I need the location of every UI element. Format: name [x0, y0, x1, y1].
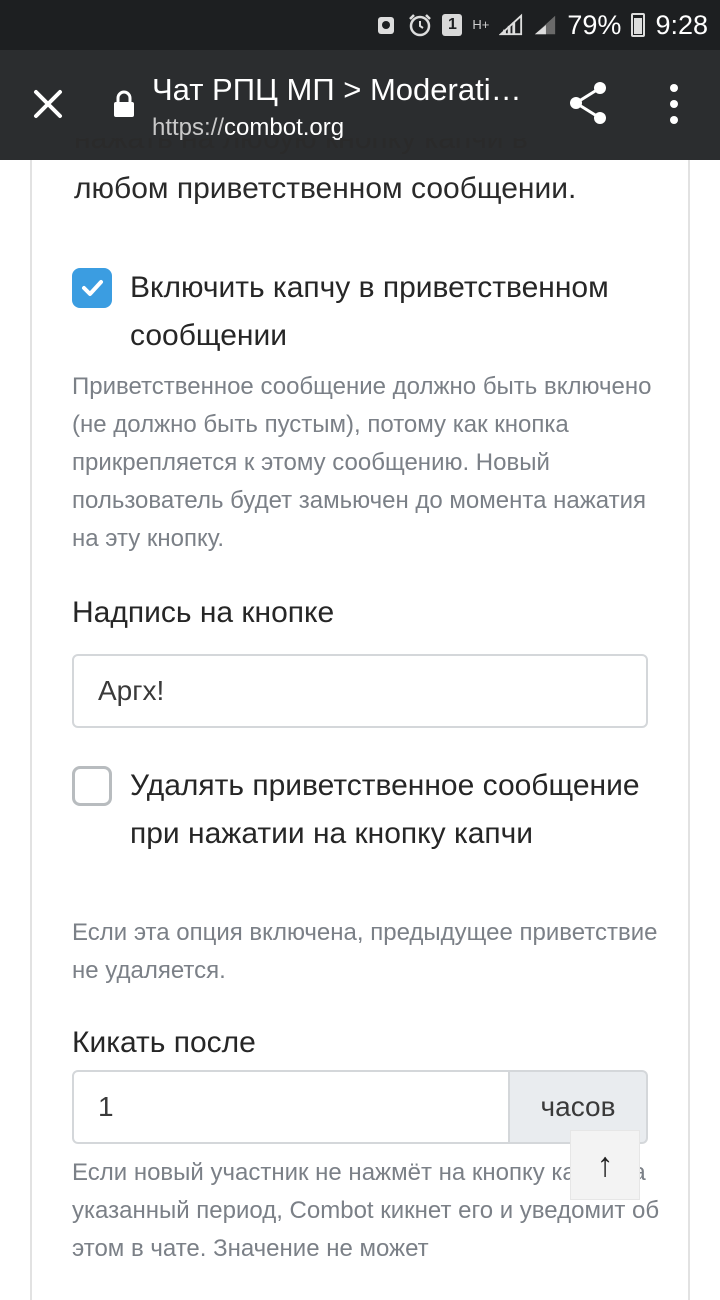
more-menu-icon[interactable] [662, 82, 686, 126]
battery-percent: 79% [567, 9, 622, 40]
network-type-icon: H+ [472, 17, 490, 32]
notification-icon [374, 13, 398, 37]
captcha-enable-help: Приветственное сообщение должно быть вкл… [72, 373, 652, 552]
delete-welcome-checkbox[interactable] [72, 766, 112, 806]
sim-badge: 1 [442, 14, 463, 36]
alarm-icon [408, 13, 432, 37]
share-icon[interactable] [566, 80, 610, 126]
settings-card: нажать на любую кнопку капчи в любом при… [30, 138, 690, 1300]
url-host: combot.org [224, 114, 345, 141]
battery-icon [631, 13, 646, 37]
check-icon [82, 280, 103, 296]
scroll-to-top-button[interactable]: ↑ [570, 1130, 640, 1200]
page-title[interactable]: Чат РПЦ МП > Moderati… [152, 72, 522, 108]
delete-welcome-label[interactable]: Удалять приветственное сообщение при наж… [130, 762, 650, 858]
captcha-enable-checkbox[interactable] [72, 268, 112, 308]
signal-2-icon [533, 13, 557, 37]
button-caption-input[interactable]: Аргх! [72, 654, 648, 728]
intro-line: любом приветственном сообщении. [74, 172, 577, 205]
kick-after-label: Кикать после [72, 1026, 256, 1059]
clock: 9:28 [655, 9, 708, 40]
status-bar: 1 H+ 79% 9:28 [0, 0, 720, 50]
intro-clipped-line: нажать на любую кнопку капчи в [74, 138, 528, 155]
kick-after-input[interactable]: 1 [72, 1070, 510, 1144]
delete-welcome-help: Если эта опция включена, предыдущее прив… [72, 919, 658, 984]
lock-icon [112, 90, 136, 118]
button-caption-label: Надпись на кнопке [72, 596, 335, 629]
url-scheme: https:// [152, 114, 225, 141]
captcha-enable-label[interactable]: Включить капчу в приветственном сообщени… [130, 264, 650, 360]
arrow-up-icon: ↑ [596, 1145, 614, 1184]
close-icon[interactable] [28, 84, 68, 124]
signal-icon [499, 13, 523, 37]
captcha-intro-text: нажать на любую кнопку капчи в любом при… [74, 138, 664, 214]
